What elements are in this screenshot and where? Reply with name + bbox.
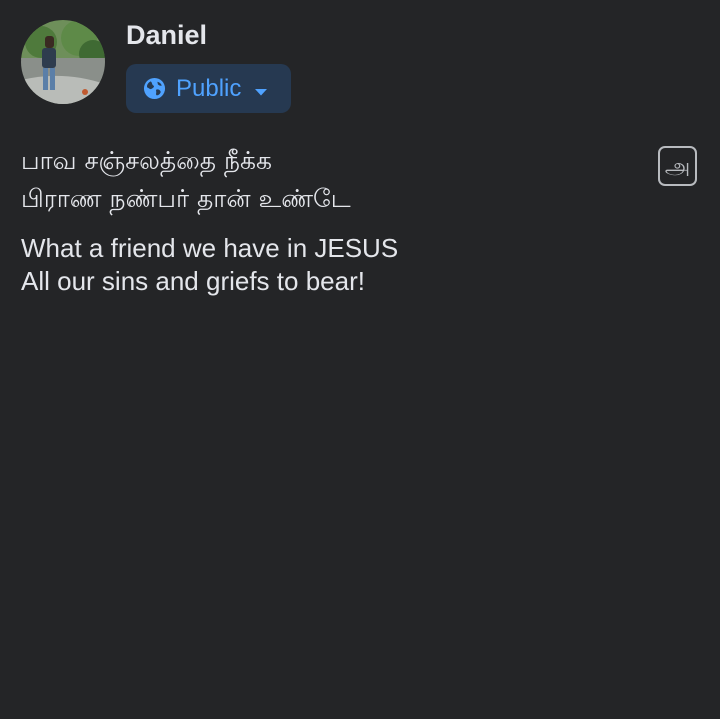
stanza-spacer bbox=[21, 218, 641, 232]
translate-button[interactable]: அ bbox=[658, 146, 697, 186]
privacy-label: Public bbox=[176, 74, 242, 102]
profile-photo bbox=[21, 20, 105, 104]
post-text-line: பிராண நண்பர் தான் உண்டே bbox=[21, 184, 351, 213]
caret-down-icon bbox=[254, 84, 268, 96]
privacy-selector-button[interactable]: Public bbox=[126, 64, 291, 113]
author-avatar[interactable] bbox=[21, 20, 105, 104]
author-name[interactable]: Daniel bbox=[126, 18, 207, 52]
globe-icon bbox=[143, 77, 166, 100]
post-text: பாவ சஞ்சலத்தை நீக்க பிராண நண்பர் தான் உண… bbox=[21, 142, 641, 298]
post-text-line: All our sins and griefs to bear! bbox=[21, 266, 365, 296]
post-text-line: What a friend we have in JESUS bbox=[21, 233, 399, 263]
translate-icon: அ bbox=[664, 152, 691, 179]
post-text-line: பாவ சஞ்சலத்தை நீக்க bbox=[21, 146, 273, 175]
